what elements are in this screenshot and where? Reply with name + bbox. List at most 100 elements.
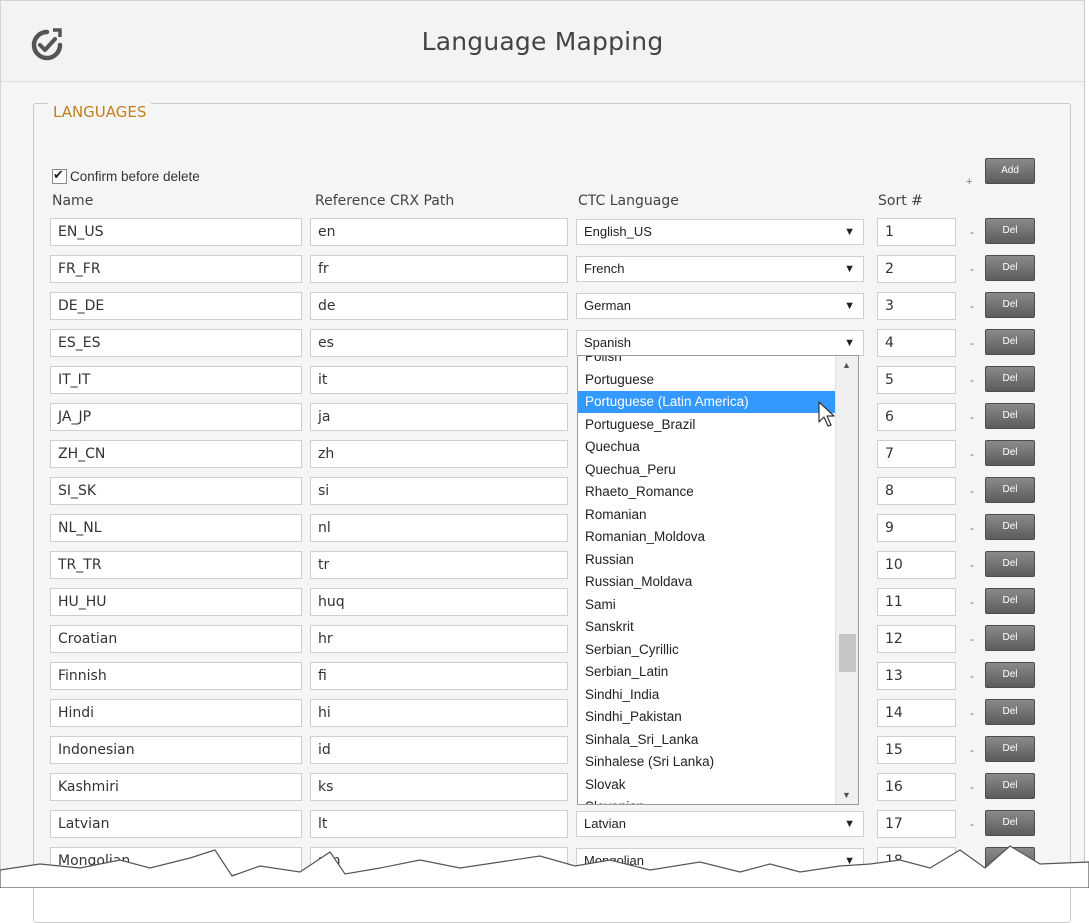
ctc-language-select[interactable]: French ▼	[576, 256, 864, 282]
sort-number-input[interactable]: 4	[877, 329, 956, 357]
crx-path-input[interactable]: si	[310, 477, 568, 505]
dropdown-option[interactable]: Quechua	[578, 436, 836, 458]
ctc-language-select[interactable]: Latvian ▼	[576, 811, 864, 837]
sort-number-input[interactable]: 17	[877, 810, 956, 838]
sort-number-input[interactable]: 9	[877, 514, 956, 542]
crx-path-input[interactable]: it	[310, 366, 568, 394]
delete-button[interactable]: Del	[985, 218, 1035, 244]
crx-path-input[interactable]: hi	[310, 699, 568, 727]
delete-button[interactable]: Del	[985, 588, 1035, 614]
name-input[interactable]: NL_NL	[50, 514, 302, 542]
name-input[interactable]: Finnish	[50, 662, 302, 690]
sort-number-input[interactable]: 5	[877, 366, 956, 394]
crx-path-input[interactable]: en	[310, 218, 568, 246]
ctc-language-select[interactable]: German ▼	[576, 293, 864, 319]
delete-button[interactable]: Del	[985, 514, 1035, 540]
name-input[interactable]: TR_TR	[50, 551, 302, 579]
crx-path-input[interactable]: id	[310, 736, 568, 764]
name-input[interactable]: Hindi	[50, 699, 302, 727]
name-input[interactable]: EN_US	[50, 218, 302, 246]
delete-button[interactable]: Del	[985, 403, 1035, 429]
dropdown-option[interactable]: Polish	[578, 356, 836, 368]
dropdown-option[interactable]: Russian_Moldava	[578, 571, 836, 593]
dropdown-option[interactable]: Sinhala_Sri_Lanka	[578, 729, 836, 751]
sort-number-input[interactable]: 6	[877, 403, 956, 431]
crx-path-input[interactable]: fi	[310, 662, 568, 690]
name-input[interactable]: ZH_CN	[50, 440, 302, 468]
delete-button[interactable]: Del	[985, 292, 1035, 318]
name-input[interactable]: Indonesian	[50, 736, 302, 764]
sort-number-input[interactable]: 2	[877, 255, 956, 283]
dropdown-option[interactable]: Sami	[578, 594, 836, 616]
name-input[interactable]: SI_SK	[50, 477, 302, 505]
delete-button[interactable]: Del	[985, 699, 1035, 725]
dropdown-option[interactable]: Portuguese_Brazil	[578, 414, 836, 436]
sort-number-input[interactable]: 12	[877, 625, 956, 653]
name-input[interactable]: Latvian	[50, 810, 302, 838]
sort-number-input[interactable]: 8	[877, 477, 956, 505]
name-input[interactable]: FR_FR	[50, 255, 302, 283]
crx-path-input[interactable]: ja	[310, 403, 568, 431]
delete-button[interactable]: Del	[985, 773, 1035, 799]
dropdown-option[interactable]: Slovenian	[578, 796, 836, 804]
crx-path-input[interactable]: tr	[310, 551, 568, 579]
sort-number-input[interactable]: 16	[877, 773, 956, 801]
crx-path-input[interactable]: hr	[310, 625, 568, 653]
dropdown-option[interactable]: Slovak	[578, 774, 836, 796]
name-input[interactable]: HU_HU	[50, 588, 302, 616]
sort-number-input[interactable]: 10	[877, 551, 956, 579]
dropdown-option[interactable]: Sanskrit	[578, 616, 836, 638]
scroll-down-icon[interactable]: ▼	[842, 790, 851, 800]
crx-path-input[interactable]: ks	[310, 773, 568, 801]
crx-path-input[interactable]: huq	[310, 588, 568, 616]
dropdown-option[interactable]: Rhaeto_Romance	[578, 481, 836, 503]
name-input[interactable]: Kashmiri	[50, 773, 302, 801]
crx-path-input[interactable]: nl	[310, 514, 568, 542]
sort-number-input[interactable]: 1	[877, 218, 956, 246]
sort-number-input[interactable]: 11	[877, 588, 956, 616]
dropdown-option[interactable]: Portuguese (Latin America)	[578, 391, 836, 413]
delete-button[interactable]: Del	[985, 440, 1035, 466]
sort-number-input[interactable]: 7	[877, 440, 956, 468]
delete-button[interactable]: Del	[985, 625, 1035, 651]
name-input[interactable]: Croatian	[50, 625, 302, 653]
dropdown-option[interactable]: Portuguese	[578, 369, 836, 391]
scrollbar-thumb[interactable]	[839, 634, 856, 672]
crx-path-input[interactable]: de	[310, 292, 568, 320]
delete-button[interactable]: Del	[985, 255, 1035, 281]
delete-button[interactable]: Del	[985, 551, 1035, 577]
scroll-up-icon[interactable]: ▲	[842, 360, 851, 370]
sort-number-input[interactable]: 15	[877, 736, 956, 764]
crx-path-input[interactable]: lt	[310, 810, 568, 838]
checkbox-check-icon[interactable]	[52, 167, 67, 184]
crx-path-input[interactable]: es	[310, 329, 568, 357]
ctc-language-select[interactable]: English_US ▼	[576, 219, 864, 245]
dropdown-option[interactable]: Sinhalese (Sri Lanka)	[578, 751, 836, 773]
dropdown-option[interactable]: Romanian_Moldova	[578, 526, 836, 548]
dropdown-option[interactable]: Russian	[578, 549, 836, 571]
name-input[interactable]: IT_IT	[50, 366, 302, 394]
delete-button[interactable]: Del	[985, 736, 1035, 762]
dropdown-option[interactable]: Sindhi_India	[578, 684, 836, 706]
delete-button[interactable]: Del	[985, 329, 1035, 355]
dropdown-option[interactable]: Quechua_Peru	[578, 459, 836, 481]
delete-button[interactable]: Del	[985, 366, 1035, 392]
delete-button[interactable]: Del	[985, 810, 1035, 836]
sort-number-input[interactable]: 13	[877, 662, 956, 690]
dropdown-option[interactable]: Serbian_Cyrillic	[578, 639, 836, 661]
dropdown-option[interactable]: Romanian	[578, 504, 836, 526]
sort-number-input[interactable]: 14	[877, 699, 956, 727]
delete-button[interactable]: Del	[985, 477, 1035, 503]
crx-path-input[interactable]: zh	[310, 440, 568, 468]
delete-button[interactable]: Del	[985, 662, 1035, 688]
confirm-delete-checkbox[interactable]: Confirm before delete	[52, 167, 200, 184]
name-input[interactable]: JA_JP	[50, 403, 302, 431]
add-button[interactable]: Add	[985, 158, 1035, 184]
sort-number-input[interactable]: 3	[877, 292, 956, 320]
dropdown-option[interactable]: Serbian_Latin	[578, 661, 836, 683]
crx-path-input[interactable]: fr	[310, 255, 568, 283]
dropdown-option[interactable]: Sindhi_Pakistan	[578, 706, 836, 728]
name-input[interactable]: ES_ES	[50, 329, 302, 357]
ctc-language-select[interactable]: Spanish ▼	[576, 330, 864, 356]
name-input[interactable]: DE_DE	[50, 292, 302, 320]
